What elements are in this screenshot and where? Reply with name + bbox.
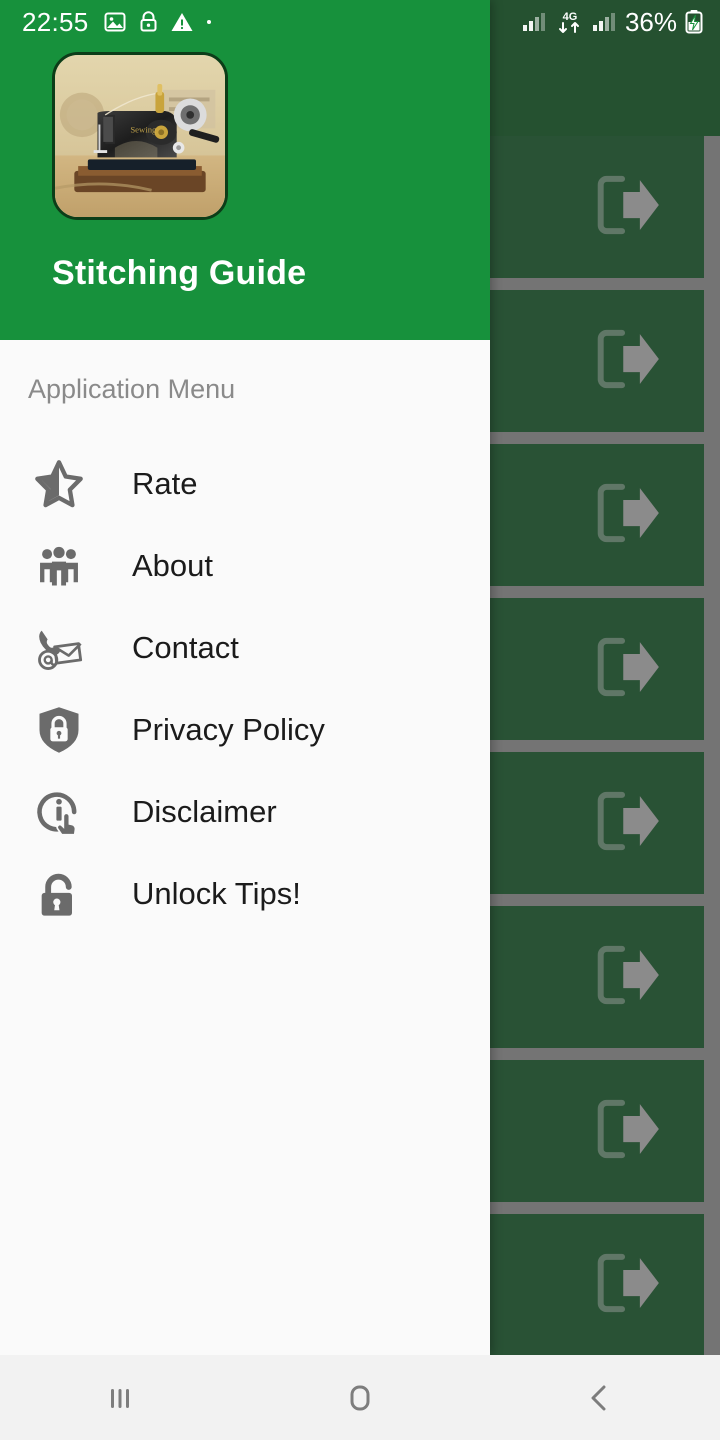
data-transfer-icon: 4G <box>558 11 579 33</box>
menu-item-privacy-policy[interactable]: Privacy Policy <box>0 689 490 771</box>
star-half-icon <box>35 460 83 508</box>
menu-item-label: About <box>132 548 214 583</box>
svg-text:Sewing: Sewing <box>130 124 157 134</box>
phone-envelope-at-icon <box>30 619 88 677</box>
status-left-icons <box>103 10 213 34</box>
status-bar: 22:55 <box>0 0 490 44</box>
menu-item-label: Privacy Policy <box>132 712 325 747</box>
menu-item-rate[interactable]: Rate <box>0 443 490 525</box>
menu-item-label: Unlock Tips! <box>132 876 301 911</box>
phone-screen: g Guide ons ns ations s <box>0 0 720 1440</box>
lock-icon <box>140 11 157 32</box>
shield-lock-icon <box>39 707 79 753</box>
people-group-icon <box>30 537 88 595</box>
people-group-icon <box>40 546 78 586</box>
menu-item-label: Disclaimer <box>132 794 277 829</box>
battery-percent-label: 36% <box>624 6 677 37</box>
app-icon-sewing-machine: Sewing <box>52 52 228 220</box>
drawer-body: Application Menu Rate About Contact Priv… <box>0 340 490 1355</box>
shield-lock-icon <box>30 701 88 759</box>
padlock-open-icon <box>30 865 88 923</box>
back-button[interactable] <box>480 1355 720 1440</box>
menu-item-label: Contact <box>132 630 239 665</box>
menu-item-contact[interactable]: Contact <box>0 607 490 689</box>
signal-icon <box>592 13 615 31</box>
home-icon <box>350 1385 370 1410</box>
sewing-machine-illustration: Sewing <box>55 55 225 217</box>
padlock-open-icon <box>41 873 72 916</box>
drawer-menu-list: Rate About Contact Privacy Policy Discla… <box>0 443 490 935</box>
info-hand-pointer-icon <box>30 783 88 841</box>
info-hand-pointer-icon <box>37 792 77 836</box>
menu-heading: Application Menu <box>28 374 236 404</box>
svg-text:4G: 4G <box>563 11 578 23</box>
gallery-icon <box>104 12 126 32</box>
system-navigation-bar <box>0 1355 720 1440</box>
navigation-drawer: Sewing Stitching Guide Application Menu … <box>0 0 490 1355</box>
signal-icon <box>522 13 545 31</box>
star-half-icon <box>30 455 88 513</box>
recents-icon <box>111 1388 129 1408</box>
warning-icon <box>171 13 193 31</box>
menu-item-about[interactable]: About <box>0 525 490 607</box>
phone-envelope-at-icon <box>38 630 83 670</box>
recents-button[interactable] <box>0 1355 240 1440</box>
menu-item-label: Rate <box>132 466 198 501</box>
back-chevron-icon <box>591 1385 606 1410</box>
battery-charging-icon <box>685 10 703 34</box>
status-right-icons: 4G 36% <box>490 0 720 44</box>
dot-icon <box>206 20 211 24</box>
status-clock: 22:55 <box>22 6 89 37</box>
menu-item-unlock-tips[interactable]: Unlock Tips! <box>0 853 490 935</box>
drawer-app-title: Stitching Guide <box>52 254 307 292</box>
menu-item-disclaimer[interactable]: Disclaimer <box>0 771 490 853</box>
home-button[interactable] <box>240 1355 480 1440</box>
drawer-header: Sewing Stitching Guide <box>0 0 490 340</box>
